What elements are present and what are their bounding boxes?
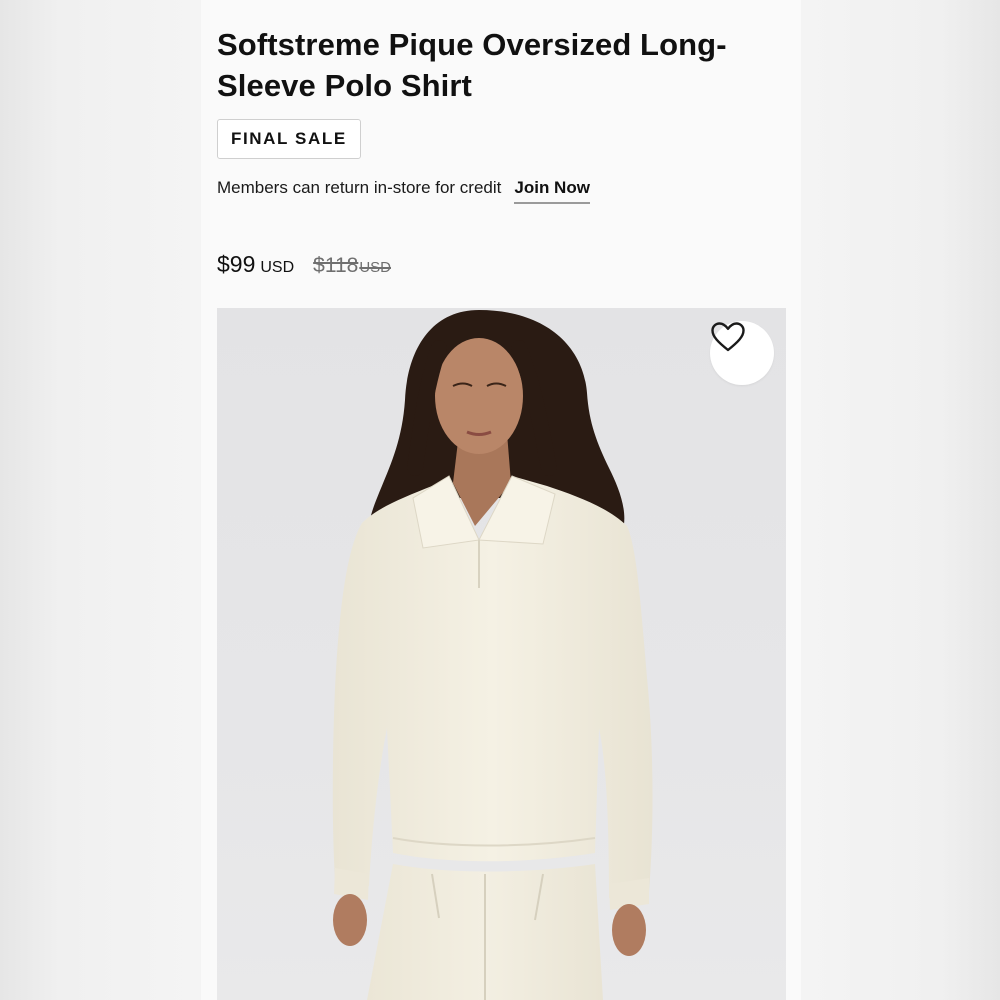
current-price-currency: USD — [260, 259, 295, 276]
wishlist-button[interactable] — [710, 321, 774, 385]
price-row: $99 USD $118USD — [217, 251, 391, 278]
product-image[interactable] — [217, 308, 786, 1000]
membership-text: Members can return in-store for credit — [217, 178, 502, 197]
original-price-currency: USD — [359, 259, 391, 276]
heart-outline-icon — [711, 322, 745, 352]
model-illustration — [332, 310, 653, 1000]
original-price: $118USD — [313, 254, 391, 278]
original-price-amount: $118 — [313, 254, 359, 277]
product-title: Softstreme Pique Oversized Long-Sleeve P… — [217, 27, 727, 103]
current-price: $99 — [217, 251, 256, 277]
membership-row: Members can return in-store for credit J… — [217, 178, 590, 204]
face-shape — [435, 338, 523, 454]
join-now-link[interactable]: Join Now — [514, 178, 590, 204]
product-page: Softstreme Pique Oversized Long-Sleeve P… — [201, 0, 801, 1000]
final-sale-badge: FINAL SALE — [217, 119, 361, 159]
